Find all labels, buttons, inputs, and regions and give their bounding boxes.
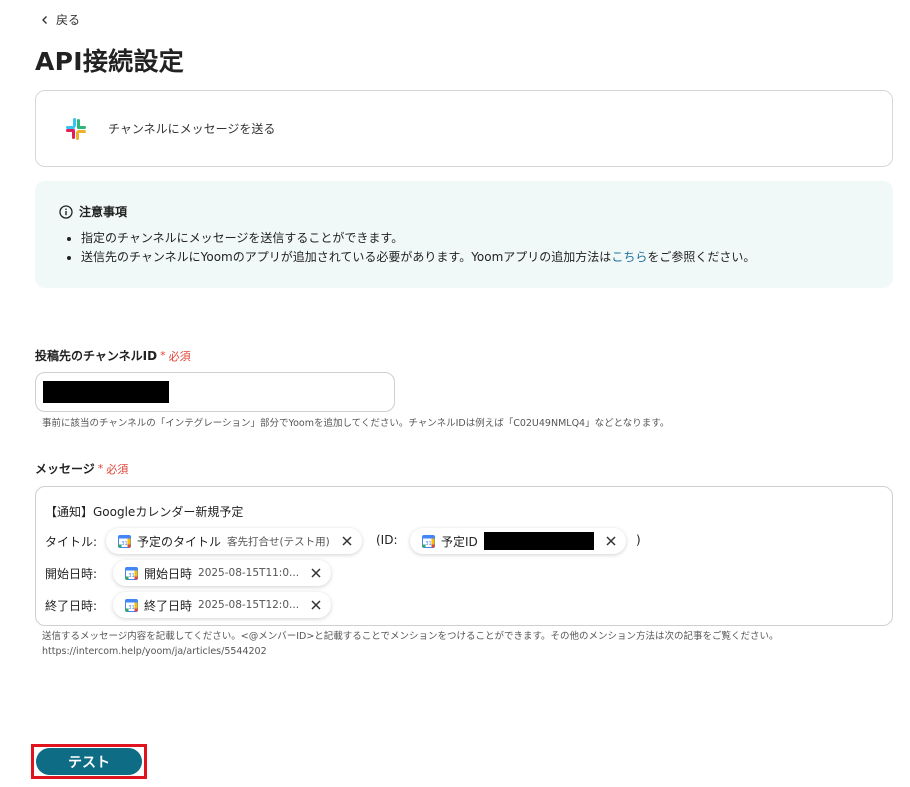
google-calendar-icon: 31 [118,534,131,548]
back-label: 戻る [56,13,81,27]
close-icon[interactable] [604,534,618,548]
notice-item: 送信先のチャンネルにYoomのアプリが追加されている必要があります。Yoomアプ… [81,248,869,267]
notice-item-text: 送信先のチャンネルにYoomのアプリが追加されている必要があります。Yoomアプ… [81,250,612,264]
notice-heading-text: 注意事項 [79,205,128,219]
google-calendar-icon: 31 [125,566,138,580]
notice-list: 指定のチャンネルにメッセージを送信することができます。 送信先のチャンネルにYo… [59,229,869,267]
close-icon[interactable] [309,598,323,612]
back-link[interactable]: 戻る [40,11,80,28]
slack-icon [66,117,86,140]
variable-name: 予定のタイトル [137,534,222,549]
variable-value: 客先打合せ(テスト用) [227,535,330,548]
message-hint: 送信するメッセージ内容を記載してください。<@メンバーID>と記載することでメン… [42,631,779,642]
action-label: チャンネルにメッセージを送る [108,122,276,136]
page-title: API接続設定 [35,47,185,76]
google-calendar-icon: 31 [125,598,138,612]
variable-pill-title[interactable]: 31 予定のタイトル 客先打合せ(テスト用) [106,528,362,554]
variable-value: 2025-08-15T12:0... [198,599,300,611]
chevron-left-icon [42,15,47,24]
variable-pill-id[interactable]: 31 予定ID [410,528,626,554]
message-label-text: メッセージ [35,462,95,476]
channel-id-input[interactable] [35,372,395,412]
message-editor[interactable]: 【通知】Googleカレンダー新規予定 タイトル: 31 予定のタイトル 客先打… [35,486,893,626]
message-help-url: https://intercom.help/yoom/ja/articles/5… [42,646,267,657]
required-badge: 必須 [168,349,191,363]
message-label: メッセージ * 必須 [35,460,128,477]
channel-id-label: 投稿先のチャンネルID * 必須 [35,347,191,364]
message-title-label: タイトル: [45,535,98,549]
channel-id-label-text: 投稿先のチャンネルID [35,349,158,363]
notice-item-text: をご参照ください。 [647,250,756,264]
variable-value: 2025-08-15T11:0... [198,567,300,579]
action-card: チャンネルにメッセージを送る [35,90,893,167]
svg-text:31: 31 [425,541,431,547]
test-button[interactable]: テスト [36,748,142,775]
svg-text:31: 31 [128,573,134,579]
required-badge: 必須 [106,462,129,476]
notice-heading: 注意事項 [59,203,869,220]
redacted-value [483,532,594,550]
close-icon[interactable] [340,534,354,548]
google-calendar-icon: 31 [422,534,435,548]
svg-text:31: 31 [128,605,134,611]
svg-text:31: 31 [121,541,127,547]
redacted-value [43,381,169,403]
variable-name: 開始日時 [144,566,193,581]
required-mark: * [160,349,166,362]
variable-pill-start[interactable]: 31 開始日時 2025-08-15T11:0... [113,560,332,586]
message-start-label: 開始日時: [45,567,98,581]
channel-id-hint: 事前に該当のチャンネルの「インテグレーション」部分でYoomを追加してください。… [42,418,670,429]
required-mark: * [97,462,104,475]
message-id-prefix: (ID: [376,533,398,547]
variable-name: 予定ID [441,534,478,549]
info-icon [59,204,73,219]
close-icon[interactable] [309,566,323,580]
variable-name: 終了日時 [144,598,193,613]
notice-item: 指定のチャンネルにメッセージを送信することができます。 [81,229,869,248]
variable-pill-end[interactable]: 31 終了日時 2025-08-15T12:0... [113,592,332,618]
notice-box: 注意事項 指定のチャンネルにメッセージを送信することができます。 送信先のチャン… [35,181,893,288]
message-id-suffix: ) [636,533,641,547]
notice-help-link[interactable]: こちら [611,250,647,264]
message-end-label: 終了日時: [45,599,98,613]
message-line-heading: 【通知】Googleカレンダー新規予定 [45,505,244,519]
